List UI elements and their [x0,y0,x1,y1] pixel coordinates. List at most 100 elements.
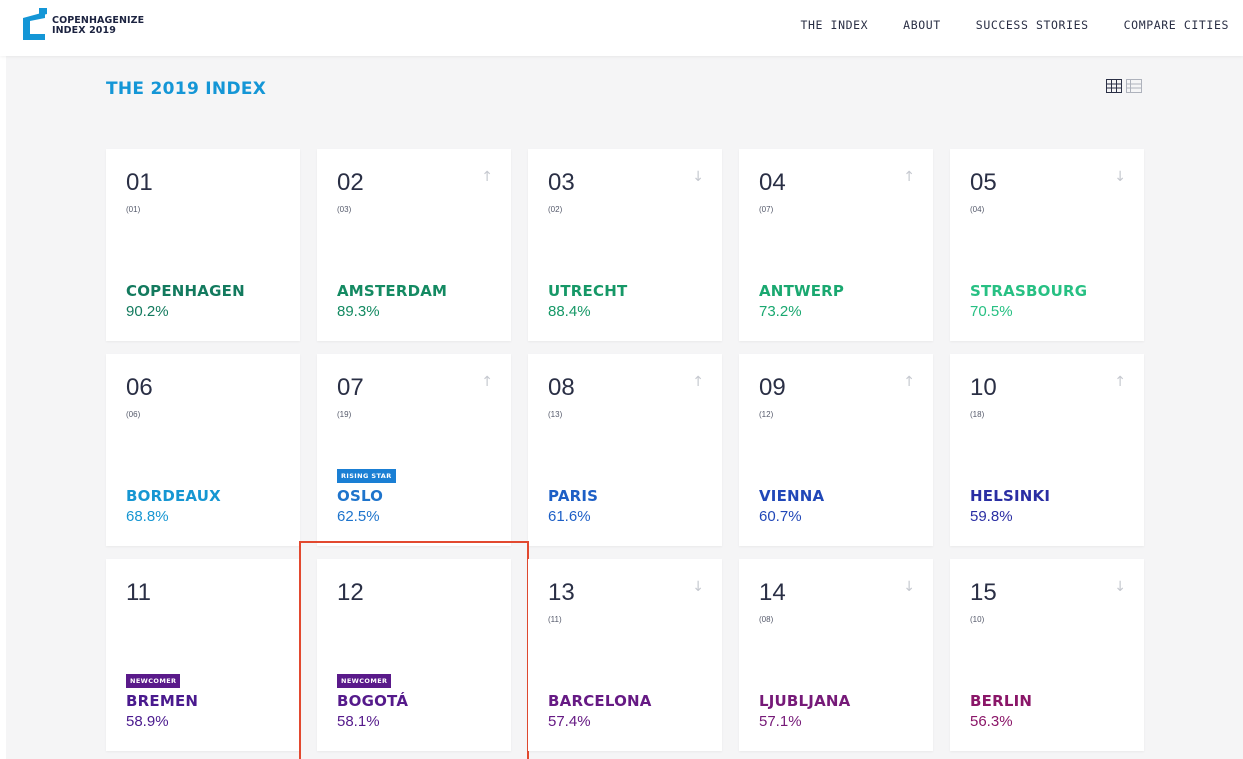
site-logo[interactable]: COPENHAGENIZE INDEX 2019 [20,8,150,44]
previous-rank: (07) [759,205,774,214]
city-card[interactable]: 01 (01) COPENHAGEN 90.2% [106,149,300,341]
city-score: 62.5% [337,508,380,525]
city-name: BORDEAUX [126,487,221,505]
previous-rank: (01) [126,205,141,214]
city-name: OSLO [337,487,384,505]
city-score: 90.2% [126,303,169,320]
arrow-down-icon: ↓ [692,579,704,595]
city-score: 59.8% [970,508,1013,525]
city-card[interactable]: 09 (12) ↑ VIENNA 60.7% [739,354,933,546]
city-grid: 01 (01) COPENHAGEN 90.2% 02 (03) ↑ AMSTERDAM 89.… [106,149,1144,759]
city-score: 68.8% [126,508,169,525]
city-name: LJUBLJANA [759,692,851,710]
arrow-up-icon: ↑ [481,374,493,390]
arrow-up-icon: ↑ [903,169,915,185]
previous-rank: (11) [548,615,562,624]
city-card[interactable]: 04 (07) ↑ ANTWERP 73.2% [739,149,933,341]
page-title: THE 2019 INDEX [106,79,267,99]
city-score: 89.3% [337,303,380,320]
city-name: BOGOTÁ [337,692,409,710]
city-rank: 09 [759,374,786,401]
city-rank: 13 [548,579,575,606]
logo-line-2: INDEX 2019 [52,25,116,36]
nav-about[interactable]: ABOUT [903,18,941,32]
arrow-up-icon: ↑ [903,374,915,390]
view-toggle [1106,79,1146,93]
arrow-down-icon: ↓ [1114,169,1126,185]
previous-rank: (12) [759,410,774,419]
copenhagenize-logo-icon [23,8,47,40]
logo-wordmark: COPENHAGENIZE INDEX 2019 [52,16,144,36]
arrow-down-icon: ↓ [692,169,704,185]
nav-success-stories[interactable]: SUCCESS STORIES [976,18,1089,32]
city-name: VIENNA [759,487,825,505]
city-rank: 14 [759,579,786,606]
city-score: 57.4% [548,713,591,730]
city-name: UTRECHT [548,282,628,300]
city-score: 61.6% [548,508,591,525]
city-score: 58.9% [126,713,169,730]
nav-compare-cities[interactable]: COMPARE CITIES [1124,18,1229,32]
arrow-down-icon: ↓ [1114,579,1126,595]
status-badge: NEWCOMER [126,674,181,688]
previous-rank: (02) [548,205,563,214]
city-card[interactable]: 12 NEWCOMER BOGOTÁ 58.1% [299,541,529,759]
arrow-down-icon: ↓ [903,579,915,595]
city-score: 56.3% [970,713,1013,730]
grid-view-icon[interactable] [1106,79,1122,93]
arrow-up-icon: ↑ [692,374,704,390]
previous-rank: (04) [970,205,985,214]
city-card[interactable]: 07 (19) ↑ RISING STAR OSLO 62.5% [317,354,511,546]
previous-rank: (08) [759,615,774,624]
status-badge: RISING STAR [337,469,396,483]
status-badge: NEWCOMER [337,674,392,688]
previous-rank: (06) [126,410,141,419]
list-view-icon[interactable] [1126,79,1142,93]
city-rank: 06 [126,374,153,401]
city-score: 58.1% [337,713,380,730]
city-card[interactable]: 13 (11) ↓ BARCELONA 57.4% [528,559,722,751]
main-content: THE 2019 INDEX 01 (01) COPENHAGEN 90.2% 02 (0… [6,56,1243,759]
city-name: BARCELONA [548,692,652,710]
city-score: 60.7% [759,508,802,525]
city-card[interactable]: 02 (03) ↑ AMSTERDAM 89.3% [317,149,511,341]
previous-rank: (19) [337,410,352,419]
city-name: PARIS [548,487,599,505]
nav-the-index[interactable]: THE INDEX [800,18,868,32]
city-score: 70.5% [970,303,1013,320]
city-name: COPENHAGEN [126,282,245,300]
city-card[interactable]: 08 (13) ↑ PARIS 61.6% [528,354,722,546]
city-rank: 05 [970,169,997,196]
previous-rank: (18) [970,410,985,419]
previous-rank: (13) [548,410,563,419]
city-rank: 15 [970,579,997,606]
main-nav: THE INDEX ABOUT SUCCESS STORIES COMPARE … [765,18,1229,32]
city-name: ANTWERP [759,282,845,300]
city-rank: 07 [337,374,364,401]
city-card[interactable]: 11 NEWCOMER BREMEN 58.9% [106,559,300,751]
city-rank: 12 [337,579,364,606]
city-rank: 01 [126,169,153,196]
previous-rank: (03) [337,205,352,214]
city-name: BERLIN [970,692,1033,710]
city-rank: 08 [548,374,575,401]
city-name: STRASBOURG [970,282,1088,300]
city-card[interactable]: 15 (10) ↓ BERLIN 56.3% [950,559,1144,751]
city-rank: 10 [970,374,997,401]
city-name: AMSTERDAM [337,282,448,300]
city-score: 57.1% [759,713,802,730]
city-card[interactable]: 05 (04) ↓ STRASBOURG 70.5% [950,149,1144,341]
previous-rank: (10) [970,615,985,624]
city-rank: 02 [337,169,364,196]
city-card[interactable]: 10 (18) ↑ HELSINKI 59.8% [950,354,1144,546]
city-name: HELSINKI [970,487,1051,505]
city-name: BREMEN [126,692,199,710]
city-card[interactable]: 14 (08) ↓ LJUBLJANA 57.1% [739,559,933,751]
city-card[interactable]: 03 (02) ↓ UTRECHT 88.4% [528,149,722,341]
city-rank: 03 [548,169,575,196]
city-score: 73.2% [759,303,802,320]
top-header: COPENHAGENIZE INDEX 2019 THE INDEX ABOUT… [0,0,1243,56]
city-card[interactable]: 06 (06) BORDEAUX 68.8% [106,354,300,546]
city-rank: 11 [126,579,151,606]
city-rank: 04 [759,169,786,196]
